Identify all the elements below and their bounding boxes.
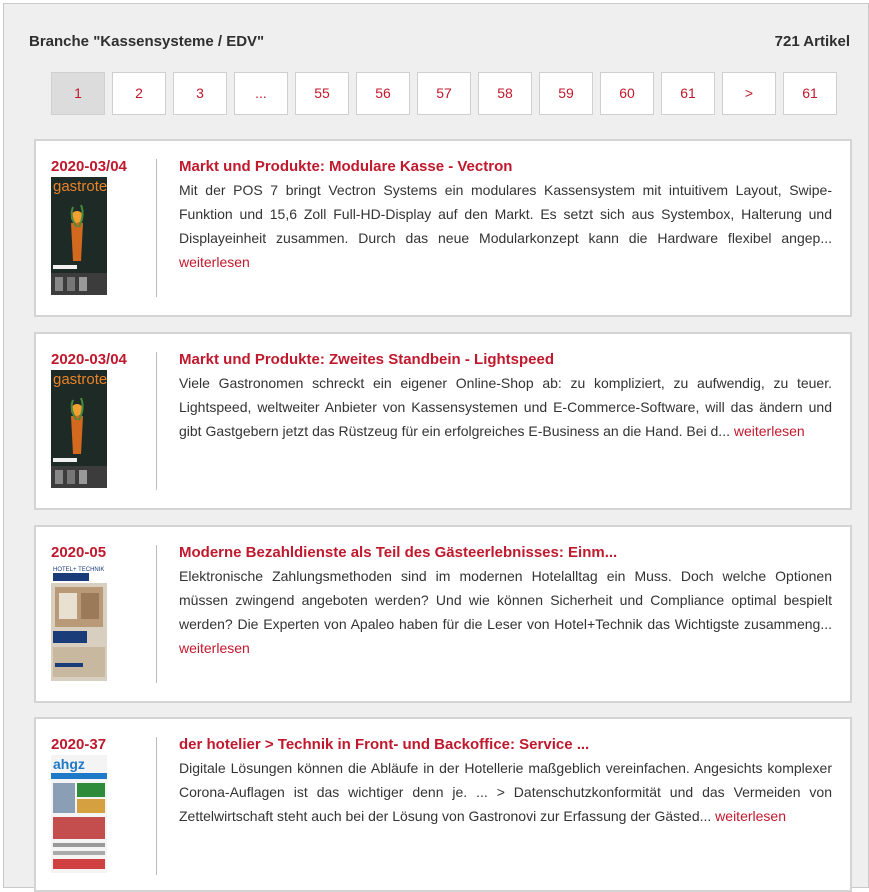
- issue-date: 2020-03/04: [51, 351, 127, 368]
- next-page-button[interactable]: >: [722, 72, 776, 115]
- magazine-cover-image[interactable]: ahgz: [51, 755, 107, 873]
- page-button-57[interactable]: 57: [417, 72, 471, 115]
- page-button-2[interactable]: 2: [112, 72, 166, 115]
- article-title[interactable]: Markt und Produkte: Zweites Standbein - …: [179, 351, 832, 368]
- page-button-58[interactable]: 58: [478, 72, 532, 115]
- list-header: Branche "Kassensysteme / EDV" 721 Artike…: [29, 33, 850, 53]
- read-more-link[interactable]: weiterlesen: [179, 640, 250, 656]
- cover-title: gastrotel: [53, 371, 107, 388]
- issue-date: 2020-37: [51, 736, 107, 753]
- issue-date: 2020-03/04: [51, 158, 127, 175]
- read-more-link[interactable]: weiterlesen: [734, 423, 805, 439]
- article-card: 2020-03/04 gastrotel Markt und Produkte:…: [34, 332, 852, 510]
- branch-title: Branche "Kassensysteme / EDV": [29, 33, 265, 50]
- teaser-text: Mit der POS 7 bringt Vectron Systems ein…: [179, 182, 832, 246]
- cover-title: HOTEL+ TECHNIK: [53, 567, 104, 573]
- page-button-3[interactable]: 3: [173, 72, 227, 115]
- teaser-text: Elektronische Zahlungsmethoden sind im m…: [179, 568, 832, 632]
- article-teaser: Viele Gastronomen schreckt ein eigener O…: [179, 371, 832, 443]
- read-more-link[interactable]: weiterlesen: [715, 808, 786, 824]
- page-button-59[interactable]: 59: [539, 72, 593, 115]
- article-count: 721 Artikel: [774, 33, 850, 50]
- article-title[interactable]: Moderne Bezahldienste als Teil des Gäste…: [179, 544, 832, 561]
- article-title[interactable]: der hotelier > Technik in Front- und Bac…: [179, 736, 832, 753]
- page-button-60[interactable]: 60: [600, 72, 654, 115]
- read-more-link[interactable]: weiterlesen: [179, 254, 250, 270]
- magazine-cover-image[interactable]: gastrotel: [51, 370, 107, 488]
- last-page-button[interactable]: 61: [783, 72, 837, 115]
- page-button-55[interactable]: 55: [295, 72, 349, 115]
- article-card: 2020-05 HOTEL+ TECHNIK Moderne Bezahldie…: [34, 525, 852, 703]
- article-teaser: Mit der POS 7 bringt Vectron Systems ein…: [179, 178, 832, 274]
- article-list-panel: Branche "Kassensysteme / EDV" 721 Artike…: [3, 3, 869, 892]
- page-ellipsis[interactable]: ...: [234, 72, 288, 115]
- page-button-61[interactable]: 61: [661, 72, 715, 115]
- article-title[interactable]: Markt und Produkte: Modulare Kasse - Vec…: [179, 158, 832, 175]
- cover-title: ahgz: [53, 756, 85, 772]
- article-teaser: Digitale Lösungen können die Abläufe in …: [179, 756, 832, 828]
- cover-title: gastrotel: [53, 178, 107, 195]
- article-card: 2020-03/04 gastrotel Markt und Produkte:…: [34, 139, 852, 317]
- magazine-cover-image[interactable]: HOTEL+ TECHNIK: [51, 563, 107, 681]
- issue-date: 2020-05: [51, 544, 107, 561]
- magazine-cover-image[interactable]: gastrotel: [51, 177, 107, 295]
- article-card: 2020-37 ahgz der hotelier > Technik in F…: [34, 717, 852, 892]
- page-button-56[interactable]: 56: [356, 72, 410, 115]
- page-button-1[interactable]: 1: [51, 72, 105, 115]
- article-teaser: Elektronische Zahlungsmethoden sind im m…: [179, 564, 832, 660]
